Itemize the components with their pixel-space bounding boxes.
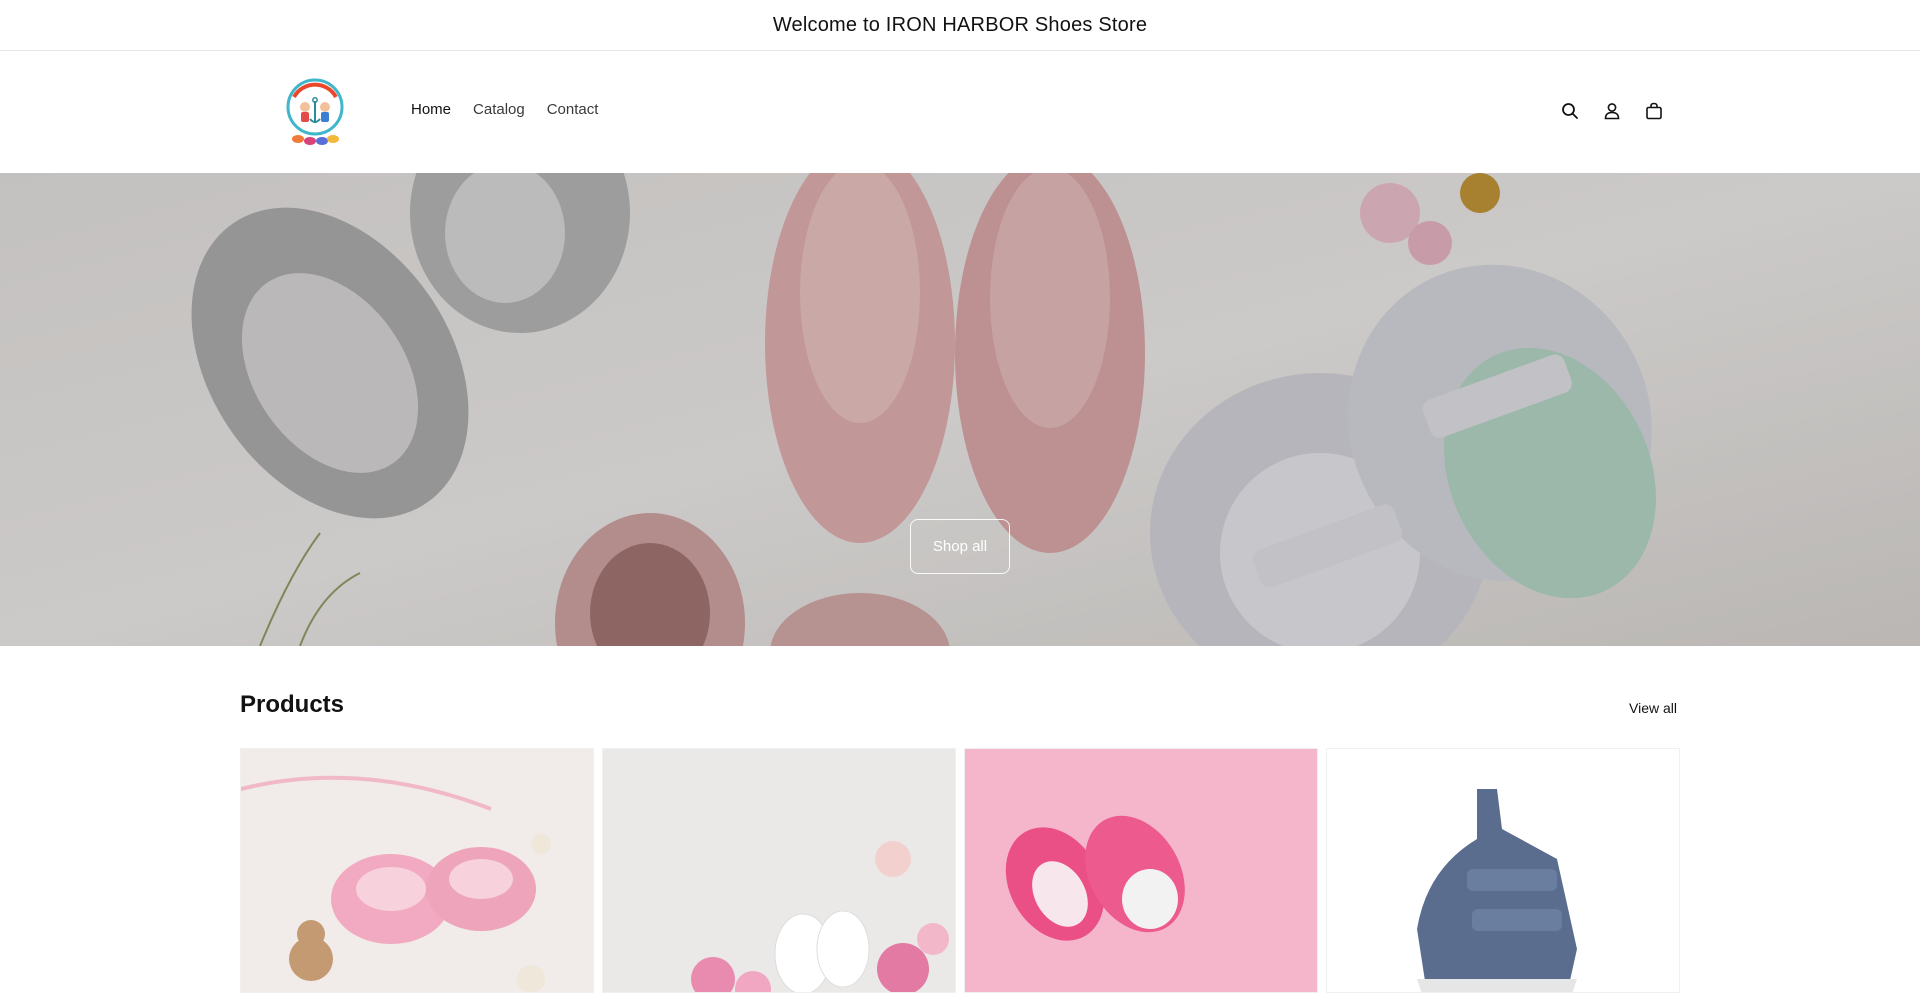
product-card[interactable] bbox=[1326, 748, 1680, 993]
products-heading: Products bbox=[240, 691, 345, 718]
product-image-pink-ruffle-shoes bbox=[241, 749, 593, 992]
view-all-link[interactable]: View all bbox=[1629, 700, 1677, 716]
product-image-pink-sneakers bbox=[965, 749, 1317, 992]
main-nav: Home Catalog Contact bbox=[411, 101, 620, 118]
shop-all-button[interactable]: Shop all bbox=[910, 519, 1010, 574]
product-card[interactable] bbox=[964, 748, 1318, 993]
hero-banner: Shop all bbox=[0, 173, 1920, 646]
product-grid bbox=[240, 748, 1680, 993]
search-icon[interactable] bbox=[1560, 101, 1580, 121]
announcement-text: Welcome to IRON HARBOR Shoes Store bbox=[772, 13, 1148, 36]
site-header: Home Catalog Contact bbox=[0, 51, 1920, 173]
nav-contact[interactable]: Contact bbox=[547, 101, 599, 118]
nav-catalog[interactable]: Catalog bbox=[473, 101, 525, 118]
account-icon[interactable] bbox=[1602, 101, 1622, 121]
header-icons bbox=[1560, 101, 1664, 121]
hero-overlay bbox=[0, 173, 1920, 646]
logo-icon bbox=[286, 78, 344, 145]
product-image-white-sandals bbox=[603, 749, 955, 992]
product-card[interactable] bbox=[602, 748, 956, 993]
product-card[interactable] bbox=[240, 748, 594, 993]
store-logo[interactable] bbox=[284, 75, 346, 149]
cart-icon[interactable] bbox=[1644, 101, 1664, 121]
product-image-blue-denim-sneaker bbox=[1327, 749, 1679, 992]
announcement-bar: Welcome to IRON HARBOR Shoes Store bbox=[0, 0, 1920, 51]
nav-home[interactable]: Home bbox=[411, 101, 451, 118]
